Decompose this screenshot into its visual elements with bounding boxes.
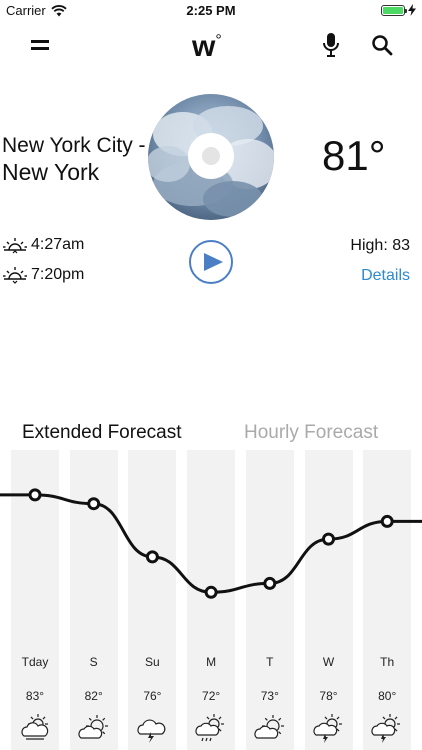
search-icon[interactable]: [371, 34, 393, 56]
details-link[interactable]: Details: [361, 267, 410, 285]
partly-cloudy-icon: [70, 714, 118, 749]
sunrise-time: 4:27am: [31, 236, 85, 253]
current-temperature: 81°: [322, 132, 386, 179]
menu-bar-top: [31, 40, 49, 43]
thunder-sun-icon: [363, 714, 411, 749]
battery-icon: [381, 4, 407, 16]
forecast-day-label: Tday: [21, 655, 49, 669]
forecast-day-label: S: [89, 655, 98, 669]
status-bar: Carrier 2:25 PM: [0, 0, 422, 22]
sunrise-row: 4:27am: [2, 236, 84, 254]
forecast-strip: Tday 83° S 82° Su 76° M 72° T 73° W 78° Th 80°: [0, 450, 422, 750]
forecast-day-label: M: [206, 655, 217, 669]
forecast-day-temp: 76°: [143, 689, 162, 703]
temperature-curve: [0, 488, 422, 599]
menu-bar-bottom: [31, 47, 49, 50]
forecast-day-temp: 83°: [25, 689, 45, 703]
city-line1: New York City -: [2, 134, 146, 157]
temperature-point: [28, 488, 42, 502]
logo-letter: w: [192, 30, 216, 63]
forecast-day-temp: 78°: [319, 689, 338, 703]
status-right: [381, 4, 416, 16]
disc-center-hole: [202, 147, 220, 165]
charging-bolt-icon: [408, 4, 416, 16]
thunder-sun-icon: [305, 714, 353, 749]
microphone-icon[interactable]: [322, 32, 340, 58]
nav-bar: w°: [0, 28, 422, 64]
forecast-day-temp: 72°: [202, 689, 221, 703]
tab-hourly-forecast[interactable]: Hourly Forecast: [244, 422, 378, 444]
temperature-point: [87, 497, 101, 511]
city-name: New York City - New York: [2, 132, 152, 186]
play-icon: [204, 253, 223, 271]
rain-sun-icon: [187, 714, 235, 749]
forecast-day-label: T: [266, 655, 274, 669]
forecast-day-label: Su: [145, 655, 160, 669]
status-time: 2:25 PM: [186, 3, 236, 18]
logo-degree: °: [215, 32, 222, 49]
forecast-day-label: Th: [380, 655, 395, 669]
thunderstorm-icon: [128, 714, 176, 749]
forecast-day-temp: 80°: [378, 689, 397, 703]
play-button[interactable]: [189, 240, 233, 284]
temperature-line: [0, 493, 422, 594]
temperature-point: [263, 576, 277, 590]
sunset-row: 7:20pm: [2, 266, 84, 284]
tab-extended-forecast[interactable]: Extended Forecast: [22, 422, 181, 444]
temperature-point: [380, 514, 394, 528]
cloudy-sun-icon: [11, 714, 59, 749]
temperature-point: [322, 532, 335, 546]
sunrise-icon: [3, 238, 27, 254]
high-temperature: High: 83: [350, 237, 410, 254]
sunset-icon: [3, 267, 27, 284]
partly-cloudy-icon: [246, 714, 294, 749]
forecast-day-label: W: [322, 655, 335, 669]
forecast-day-temp: 82°: [84, 689, 103, 703]
app-logo: w°: [192, 30, 222, 64]
temperature-point: [204, 585, 218, 599]
weather-cloud-disc: [148, 94, 274, 220]
forecast-day-temp: 73°: [260, 689, 279, 703]
temperature-point: [145, 550, 159, 564]
battery-fill: [383, 6, 403, 14]
sunset-time: 7:20pm: [31, 266, 85, 283]
city-line2: New York: [2, 159, 100, 185]
menu-icon[interactable]: [31, 40, 49, 52]
